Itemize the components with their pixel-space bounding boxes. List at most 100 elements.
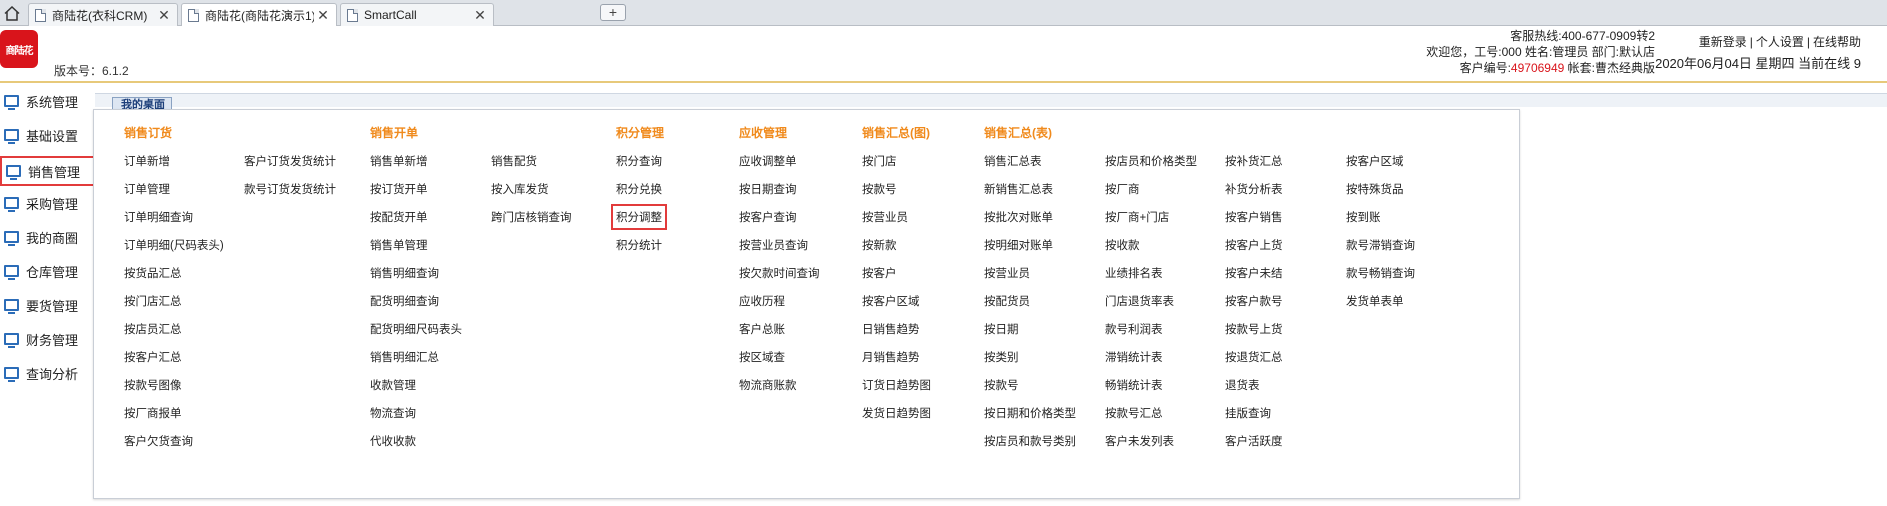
menu-item[interactable]: 订货日趋势图 — [862, 377, 931, 393]
menu-item[interactable]: 销售汇总表 — [984, 153, 1042, 169]
menu-item[interactable]: 按欠款时间查询 — [739, 265, 820, 281]
menu-item[interactable]: 款号畅销查询 — [1346, 265, 1415, 281]
menu-item[interactable]: 发货日趋势图 — [862, 405, 931, 421]
menu-item[interactable]: 畅销统计表 — [1105, 377, 1163, 393]
menu-item[interactable]: 发货单表单 — [1346, 293, 1404, 309]
browser-tab-smartcall[interactable]: SmartCall ✕ — [340, 3, 494, 26]
menu-item[interactable]: 按退货汇总 — [1225, 349, 1283, 365]
close-icon[interactable]: ✕ — [471, 7, 489, 24]
menu-item[interactable]: 按订货开单 — [370, 181, 428, 197]
menu-item[interactable]: 按客户未结 — [1225, 265, 1283, 281]
menu-item[interactable]: 按日期查询 — [739, 181, 797, 197]
menu-item[interactable]: 收款管理 — [370, 377, 416, 393]
menu-item[interactable]: 客户欠货查询 — [124, 433, 193, 449]
menu-item[interactable]: 积分查询 — [616, 153, 662, 169]
menu-item[interactable]: 按批次对账单 — [984, 209, 1053, 225]
personal-settings-link[interactable]: 个人设置 — [1756, 35, 1804, 49]
menu-item[interactable]: 款号订货发货统计 — [244, 181, 336, 197]
browser-tab-crm[interactable]: 商陆花(衣科CRM) ✕ — [28, 3, 178, 26]
menu-item[interactable]: 积分兑换 — [616, 181, 662, 197]
menu-item[interactable]: 配货明细尺码表头 — [370, 321, 462, 337]
menu-item[interactable]: 按门店 — [862, 153, 897, 169]
menu-warehouse[interactable]: 仓库管理 — [0, 258, 96, 284]
menu-item[interactable]: 按客户区域 — [862, 293, 920, 309]
menu-basic-settings[interactable]: 基础设置 — [0, 122, 96, 148]
menu-item[interactable]: 按配货开单 — [370, 209, 428, 225]
menu-item[interactable]: 按客户区域 — [1346, 153, 1404, 169]
menu-item[interactable]: 销售明细汇总 — [370, 349, 439, 365]
home-icon[interactable] — [0, 2, 24, 24]
menu-item[interactable]: 按款号 — [984, 377, 1019, 393]
menu-item[interactable]: 应收历程 — [739, 293, 785, 309]
close-icon[interactable]: ✕ — [155, 7, 173, 24]
menu-item[interactable]: 销售单管理 — [370, 237, 428, 253]
menu-item[interactable]: 按店员和价格类型 — [1105, 153, 1197, 169]
menu-item[interactable]: 按店员和款号类别 — [984, 433, 1076, 449]
menu-item[interactable]: 挂版查询 — [1225, 405, 1271, 421]
close-icon[interactable]: ✕ — [314, 7, 332, 24]
menu-item[interactable]: 按明细对账单 — [984, 237, 1053, 253]
menu-item[interactable]: 款号滞销查询 — [1346, 237, 1415, 253]
menu-item[interactable]: 客户未发列表 — [1105, 433, 1174, 449]
menu-item[interactable]: 按款号 — [862, 181, 897, 197]
menu-item[interactable]: 日销售趋势 — [862, 321, 920, 337]
menu-item[interactable]: 按厂商报单 — [124, 405, 182, 421]
menu-item[interactable]: 订单明细查询 — [124, 209, 193, 225]
menu-item[interactable]: 按厂商 — [1105, 181, 1140, 197]
menu-system[interactable]: 系统管理 — [0, 88, 96, 114]
online-help-link[interactable]: 在线帮助 — [1813, 35, 1861, 49]
menu-item[interactable]: 按营业员查询 — [739, 237, 808, 253]
menu-item[interactable]: 按门店汇总 — [124, 293, 182, 309]
menu-requisition[interactable]: 要货管理 — [0, 292, 96, 318]
menu-item[interactable]: 补货分析表 — [1225, 181, 1283, 197]
menu-purchase[interactable]: 采购管理 — [0, 190, 96, 216]
menu-item[interactable]: 订单新增 — [124, 153, 170, 169]
menu-item[interactable]: 销售单新增 — [370, 153, 428, 169]
menu-item[interactable]: 退货表 — [1225, 377, 1260, 393]
menu-sales[interactable]: 销售管理 — [0, 156, 96, 186]
menu-item[interactable]: 滞销统计表 — [1105, 349, 1163, 365]
menu-item[interactable]: 新销售汇总表 — [984, 181, 1053, 197]
menu-item[interactable]: 按货品汇总 — [124, 265, 182, 281]
menu-item[interactable]: 客户订货发货统计 — [244, 153, 336, 169]
menu-item[interactable]: 门店退货率表 — [1105, 293, 1174, 309]
menu-item[interactable]: 订单明细(尺码表头) — [124, 237, 224, 253]
menu-item[interactable]: 物流商账款 — [739, 377, 797, 393]
new-tab-button[interactable]: + — [600, 4, 626, 21]
menu-item[interactable]: 按客户 — [862, 265, 897, 281]
menu-item[interactable]: 按客户查询 — [739, 209, 797, 225]
menu-item[interactable]: 按客户销售 — [1225, 209, 1283, 225]
menu-item[interactable]: 业绩排名表 — [1105, 265, 1163, 281]
menu-item[interactable]: 按客户汇总 — [124, 349, 182, 365]
menu-item[interactable]: 按补货汇总 — [1225, 153, 1283, 169]
menu-item[interactable]: 按营业员 — [862, 209, 908, 225]
menu-item[interactable]: 按到账 — [1346, 209, 1381, 225]
menu-item[interactable]: 客户总账 — [739, 321, 785, 337]
menu-item[interactable]: 按特殊货品 — [1346, 181, 1404, 197]
menu-item[interactable]: 按日期和价格类型 — [984, 405, 1076, 421]
menu-item[interactable]: 配货明细查询 — [370, 293, 439, 309]
menu-item[interactable]: 按区域查 — [739, 349, 785, 365]
browser-tab-demo[interactable]: 商陆花(商陆花演示1) ✕ — [181, 3, 337, 26]
menu-item[interactable]: 按营业员 — [984, 265, 1030, 281]
menu-item[interactable]: 客户活跃度 — [1225, 433, 1283, 449]
menu-item[interactable]: 按入库发货 — [491, 181, 549, 197]
menu-item[interactable]: 销售配货 — [491, 153, 537, 169]
menu-item[interactable]: 销售明细查询 — [370, 265, 439, 281]
menu-item[interactable]: 按厂商+门店 — [1105, 209, 1169, 225]
menu-item[interactable]: 按日期 — [984, 321, 1019, 337]
menu-query-analysis[interactable]: 查询分析 — [0, 360, 96, 386]
menu-item[interactable]: 物流查询 — [370, 405, 416, 421]
menu-item[interactable]: 月销售趋势 — [862, 349, 920, 365]
menu-item[interactable]: 款号利润表 — [1105, 321, 1163, 337]
menu-item[interactable]: 按配货员 — [984, 293, 1030, 309]
menu-item[interactable]: 按款号图像 — [124, 377, 182, 393]
menu-item[interactable]: 订单管理 — [124, 181, 170, 197]
menu-item[interactable]: 按店员汇总 — [124, 321, 182, 337]
menu-item-points-adjust[interactable]: 积分调整 — [611, 204, 667, 230]
menu-item[interactable]: 跨门店核销查询 — [491, 209, 572, 225]
menu-item[interactable]: 应收调整单 — [739, 153, 797, 169]
menu-item[interactable]: 按客户款号 — [1225, 293, 1283, 309]
menu-item[interactable]: 按款号上货 — [1225, 321, 1283, 337]
menu-business-circle[interactable]: 我的商圈 — [0, 224, 96, 250]
